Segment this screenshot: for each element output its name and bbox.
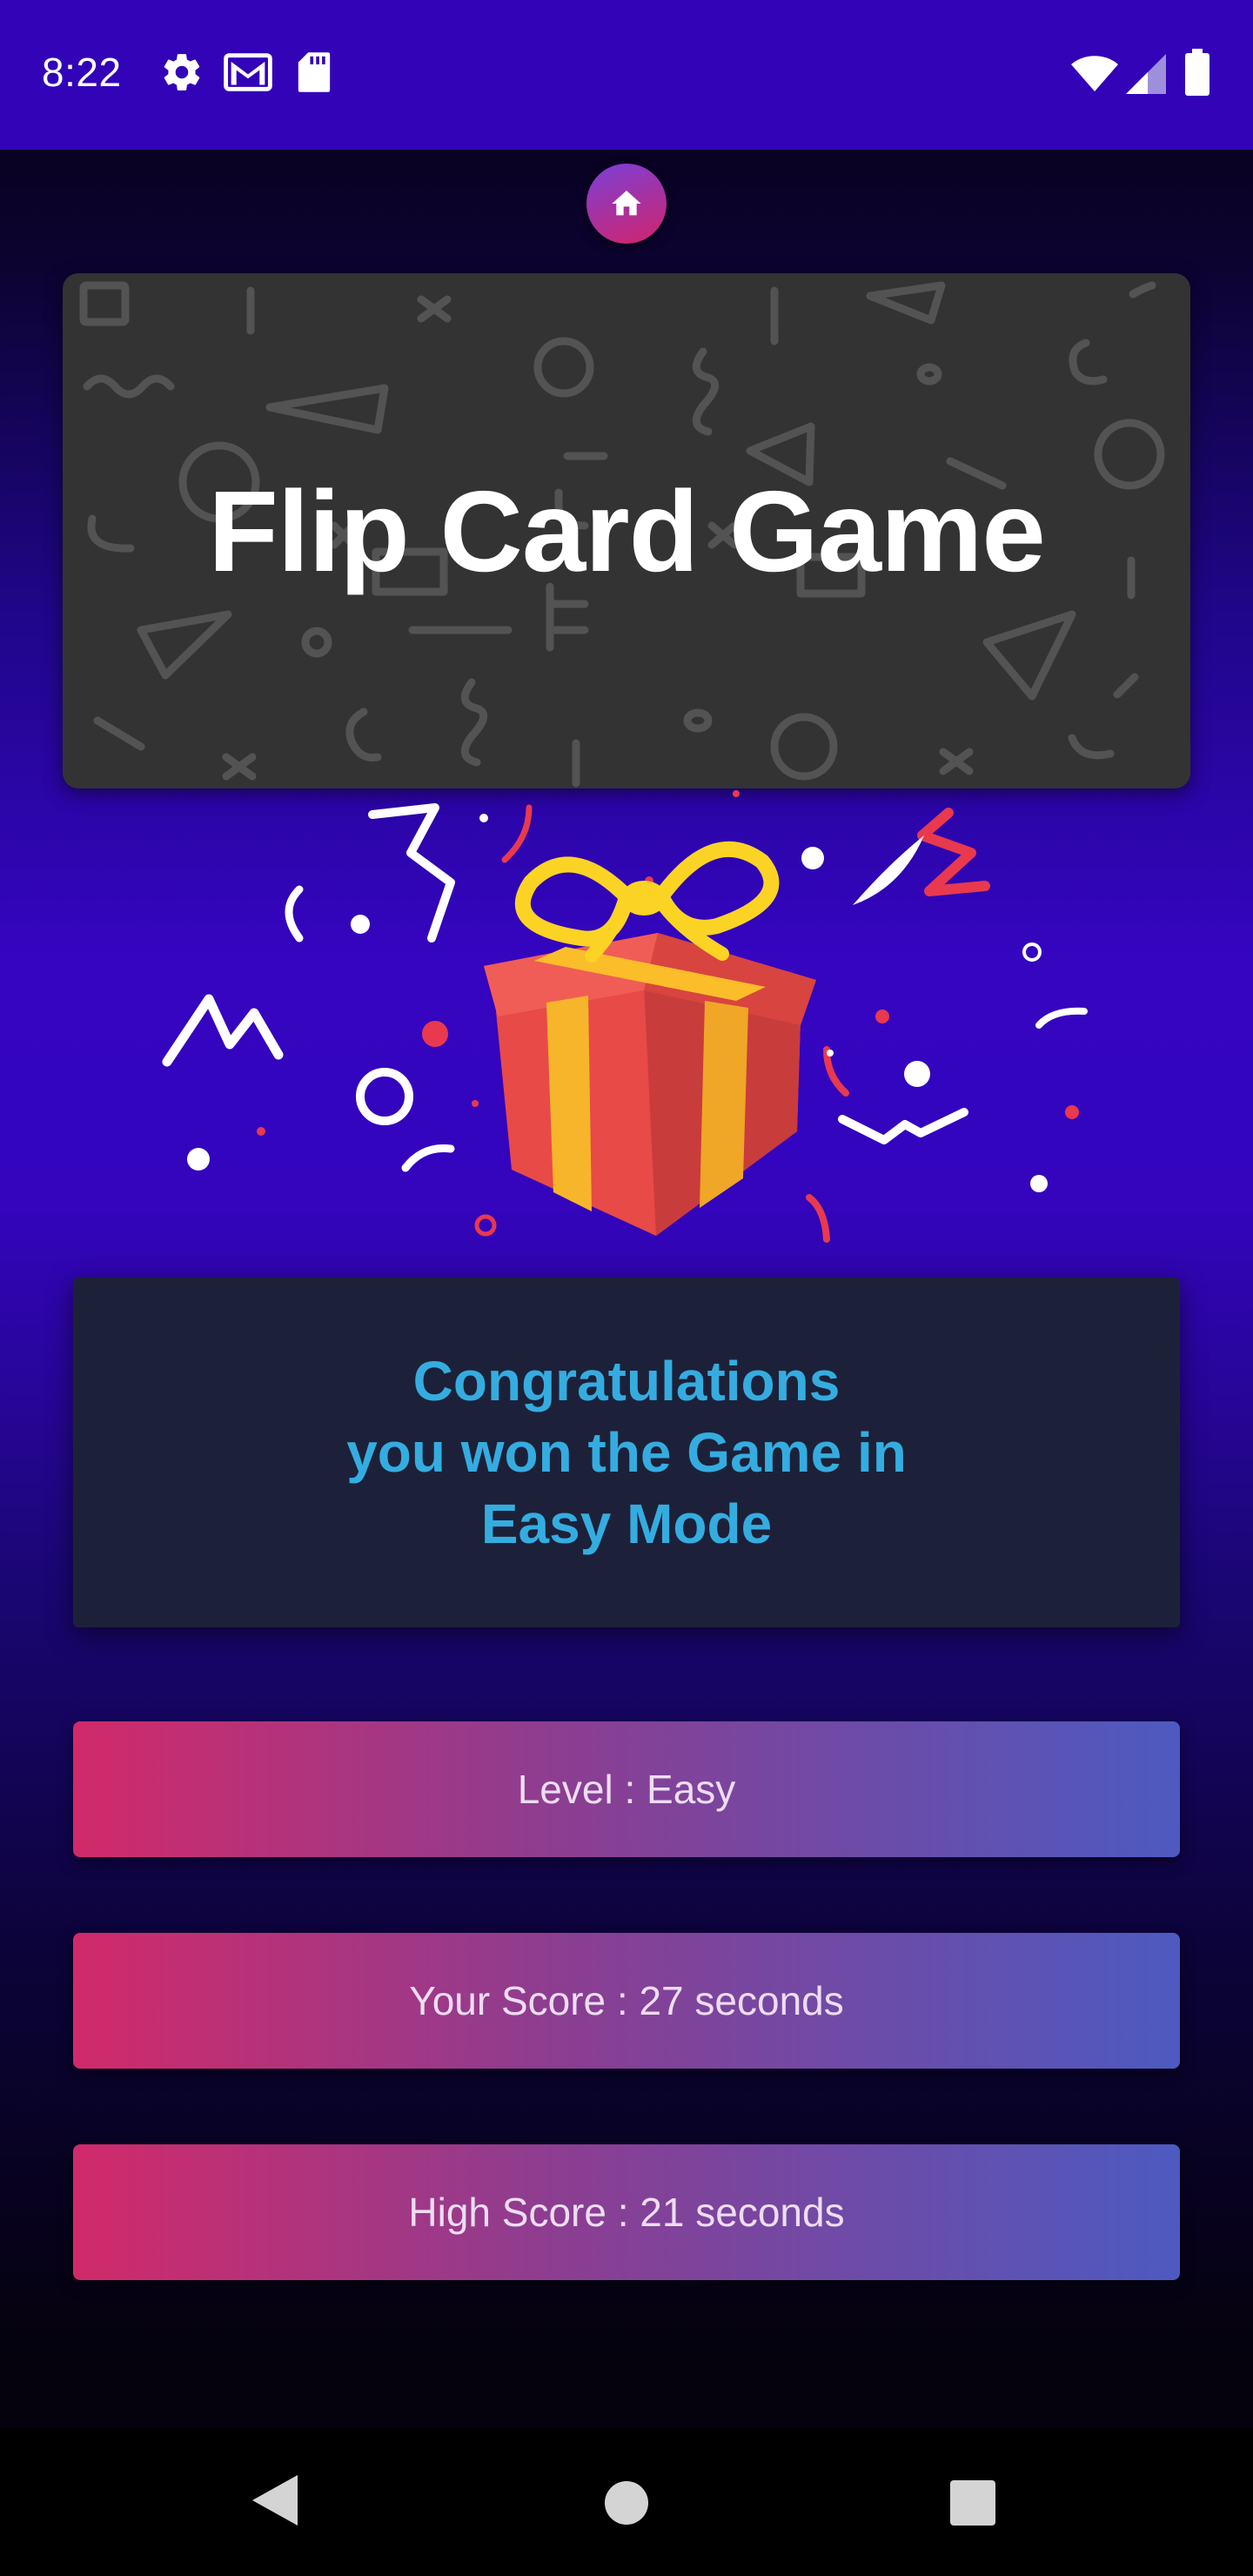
congrats-message: Congratulations you won the Game in Easy…: [346, 1345, 907, 1560]
back-icon[interactable]: [249, 2472, 301, 2529]
banner-title: Flip Card Game: [208, 466, 1046, 595]
recents-icon[interactable]: [950, 2480, 995, 2526]
home-icon: [612, 191, 641, 216]
congrats-line-3: Easy Mode: [480, 1493, 773, 1555]
home-button[interactable]: [586, 164, 667, 244]
home-circle-icon[interactable]: [604, 2480, 649, 2526]
your-score-bar: Your Score : 27 seconds: [73, 1933, 1180, 2069]
congrats-line-1: Congratulations: [412, 1350, 841, 1412]
signal-icon: [1126, 54, 1166, 94]
wifi-icon: [1071, 56, 1118, 91]
gift-box: [484, 841, 816, 1236]
congrats-card: Congratulations you won the Game in Easy…: [73, 1278, 1180, 1627]
battery-icon: [1185, 49, 1209, 96]
level-bar: Level : Easy: [73, 1721, 1180, 1857]
title-banner: Flip Card Game: [63, 273, 1190, 788]
congrats-line-2: you won the Game in: [346, 1421, 907, 1484]
gift-icon: [162, 790, 1088, 1243]
status-bar: 8:22: [0, 0, 1253, 150]
status-time: 8:22: [42, 50, 122, 95]
gear-icon: [164, 54, 200, 91]
sd-card-icon: [298, 52, 331, 92]
high-score-bar: High Score : 21 seconds: [73, 2144, 1180, 2280]
gmail-icon: [224, 53, 272, 91]
